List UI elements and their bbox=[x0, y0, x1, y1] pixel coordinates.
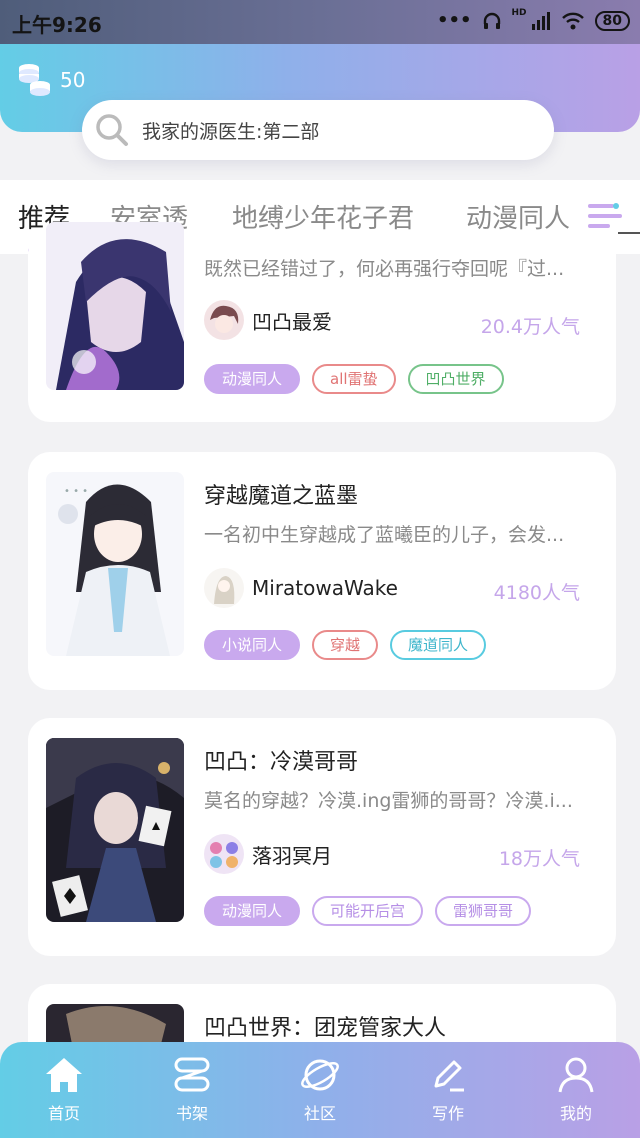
story-description: 莫名的穿越？冷漠.ing雷狮的哥哥？冷漠.i... bbox=[204, 790, 573, 812]
popularity-count: 4180人气 bbox=[493, 582, 580, 604]
coins-icon bbox=[19, 64, 50, 96]
status-bar: 上午9:26 ••• HD 80 bbox=[0, 0, 640, 44]
nav-label: 首页 bbox=[47, 1104, 80, 1123]
tab-hanako[interactable]: 地缚少年花子君 bbox=[232, 198, 414, 235]
nav-label: 书架 bbox=[175, 1104, 208, 1123]
story-cover[interactable]: • • • bbox=[46, 472, 184, 656]
nav-community[interactable]: 社区 bbox=[280, 1056, 360, 1124]
author-avatar bbox=[204, 568, 244, 608]
tag-list: 动漫同人 可能开后宫 雷狮哥哥 bbox=[204, 896, 532, 926]
tag-chip[interactable]: 动漫同人 bbox=[204, 896, 301, 926]
bottom-navigation: 首页 书架 社区 写作 我的 bbox=[0, 1042, 640, 1138]
svg-text:• • •: • • • bbox=[64, 486, 88, 497]
nav-home[interactable]: 首页 bbox=[24, 1056, 104, 1124]
tag-chip[interactable]: 可能开后宫 bbox=[312, 896, 424, 926]
tag-chip[interactable]: 凹凸世界 bbox=[407, 364, 504, 394]
tag-chip[interactable]: 动漫同人 bbox=[204, 364, 301, 394]
search-icon bbox=[96, 114, 128, 146]
dots-icon: ••• bbox=[436, 10, 472, 31]
planet-icon bbox=[301, 1059, 339, 1091]
network-type: HD bbox=[511, 7, 527, 18]
story-author[interactable]: 落羽冥月 bbox=[204, 834, 332, 874]
nav-bookshelf[interactable]: 书架 bbox=[152, 1056, 232, 1124]
cover-illustration: • • • bbox=[46, 472, 184, 656]
tag-chip[interactable]: 穿越 bbox=[312, 630, 379, 660]
cover-illustration bbox=[46, 738, 184, 922]
cover-illustration bbox=[46, 222, 184, 390]
home-icon bbox=[46, 1058, 82, 1092]
story-card[interactable]: • • • 穿越魔道之蓝墨 一名初中生穿越成了蓝曦臣的儿子，会发... Mira… bbox=[28, 452, 616, 690]
tag-list: 小说同人 穿越 魔道同人 bbox=[204, 630, 487, 660]
popularity-count: 18万人气 bbox=[498, 848, 580, 870]
author-avatar bbox=[204, 834, 244, 874]
story-author[interactable]: 凹凸最爱 bbox=[204, 300, 332, 340]
story-author[interactable]: MiratowaWake bbox=[204, 568, 398, 608]
wifi-icon bbox=[561, 12, 584, 29]
story-card[interactable]: 既然已经错过了，何必再强行夺回呢『过... 凹凸最爱 20.4万人气 动漫同人 … bbox=[28, 222, 616, 422]
status-time: 上午9:26 bbox=[12, 13, 102, 37]
popularity-count: 20.4万人气 bbox=[480, 316, 580, 338]
nav-label: 我的 bbox=[559, 1104, 592, 1123]
bookshelf-icon bbox=[174, 1057, 210, 1092]
nav-profile[interactable]: 我的 bbox=[536, 1056, 616, 1124]
signal-icon bbox=[531, 11, 550, 30]
nav-label: 写作 bbox=[431, 1104, 464, 1123]
story-cover[interactable] bbox=[46, 738, 184, 922]
nav-label: 社区 bbox=[303, 1104, 336, 1123]
battery-indicator: 80 bbox=[594, 10, 630, 31]
story-description: 一名初中生穿越成了蓝曦臣的儿子，会发... bbox=[204, 524, 565, 546]
search-placeholder: 我家的源医生:第二部 bbox=[142, 120, 320, 143]
story-cover[interactable] bbox=[46, 222, 184, 390]
status-icons: ••• HD 80 bbox=[436, 7, 630, 31]
author-avatar bbox=[204, 300, 244, 340]
story-title[interactable]: 凹凸：冷漠哥哥 bbox=[204, 744, 358, 776]
author-name: MiratowaWake bbox=[252, 576, 398, 600]
tag-chip[interactable]: 小说同人 bbox=[204, 630, 301, 660]
user-icon bbox=[558, 1057, 594, 1093]
story-title[interactable]: 凹凸世界：团宠管家大人 bbox=[204, 1010, 446, 1042]
tag-chip[interactable]: 雷狮哥哥 bbox=[435, 896, 532, 926]
story-description: 既然已经错过了，何必再强行夺回呢『过... bbox=[204, 258, 565, 280]
author-name: 凹凸最爱 bbox=[252, 309, 332, 334]
story-title[interactable]: 穿越魔道之蓝墨 bbox=[204, 478, 358, 510]
search-bar[interactable]: 我家的源医生:第二部 bbox=[82, 100, 554, 160]
author-name: 落羽冥月 bbox=[252, 843, 332, 868]
tab-anime-fanfic[interactable]: 动漫同人 bbox=[466, 198, 570, 235]
tag-list: 动漫同人 all雷蛰 凹凸世界 bbox=[204, 364, 504, 394]
coin-count: 50 bbox=[60, 68, 86, 92]
story-card[interactable]: 凹凸：冷漠哥哥 莫名的穿越？冷漠.ing雷狮的哥哥？冷漠.i... 落羽冥月 1… bbox=[28, 718, 616, 956]
tag-chip[interactable]: 魔道同人 bbox=[390, 630, 487, 660]
tag-chip[interactable]: all雷蛰 bbox=[312, 364, 396, 394]
coin-balance[interactable]: 50 bbox=[16, 62, 85, 98]
pen-icon bbox=[434, 1060, 464, 1092]
headphones-icon bbox=[483, 12, 500, 29]
nav-write[interactable]: 写作 bbox=[408, 1056, 488, 1124]
